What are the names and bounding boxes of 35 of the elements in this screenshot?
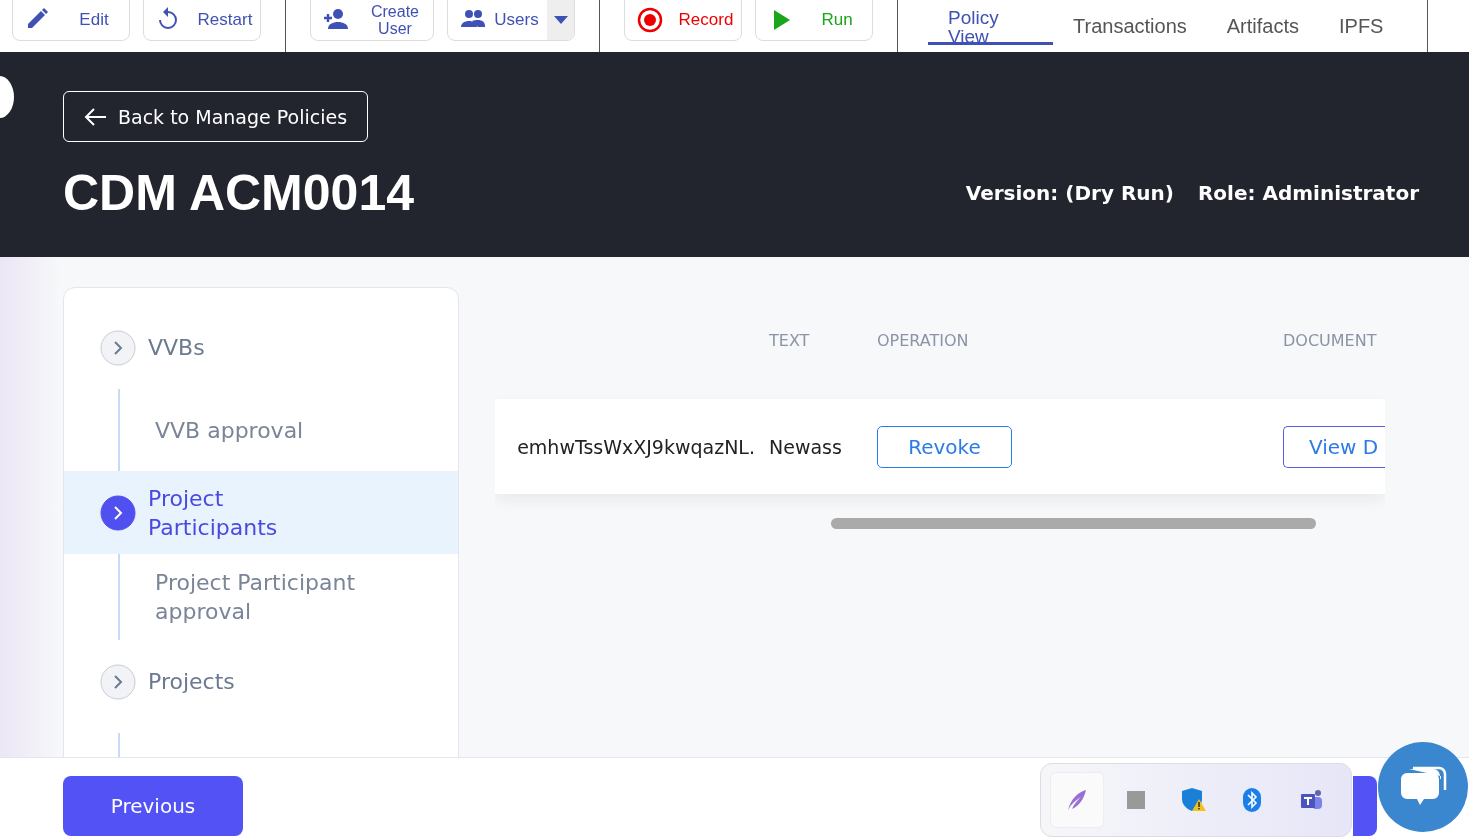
back-button[interactable]: Back to Manage Policies [63, 91, 369, 142]
caret-icon [552, 15, 569, 25]
dropdown-toggle[interactable] [547, 0, 574, 40]
add-user-button[interactable]: Create User [310, 0, 434, 41]
arrow-left-icon [84, 106, 108, 127]
chevron-icon [100, 494, 136, 531]
step-item[interactable]: VVBs [64, 306, 458, 389]
users-button[interactable]: Users [447, 0, 575, 41]
role-label: Role: Administrator [1197, 181, 1419, 205]
table-cell-text: emhwTssWxXJ9kwqazNL. [516, 435, 756, 458]
chevron-icon [100, 329, 136, 366]
record-button[interactable]: Record [624, 0, 742, 41]
view-document-button[interactable]: View D [1283, 425, 1385, 468]
tab[interactable]: Artifacts [1206, 0, 1319, 52]
restart-button[interactable]: Restart [143, 0, 261, 41]
version-label: Version: (Dry Run) [965, 181, 1174, 205]
column-header: OPERATION [877, 330, 970, 352]
feather-icon[interactable] [1050, 772, 1105, 828]
step-item[interactable]: Project Participants [64, 471, 458, 554]
revoke-button[interactable]: Revoke [877, 425, 1012, 468]
run-button[interactable]: Run [755, 0, 873, 41]
tab[interactable]: Transactions [1053, 0, 1207, 52]
edit-button[interactable]: Edit [12, 0, 130, 41]
column-header: DOCUMENT [1283, 330, 1378, 352]
substep-item[interactable]: Project Participant approval [155, 568, 395, 626]
chevron-icon [100, 663, 136, 700]
column-header: TEXT [769, 330, 811, 352]
table-cell-text: Newass [769, 435, 843, 458]
record-icon [637, 7, 663, 33]
tab[interactable]: IPFS [1319, 0, 1404, 52]
policy-title: CDM ACM0014 [63, 164, 414, 222]
previous-button[interactable]: Previous [63, 776, 243, 836]
scrollbar-thumb[interactable] [831, 518, 1316, 529]
step-item[interactable]: Projects [64, 640, 458, 723]
substep-item[interactable]: VVB approval [155, 415, 304, 445]
